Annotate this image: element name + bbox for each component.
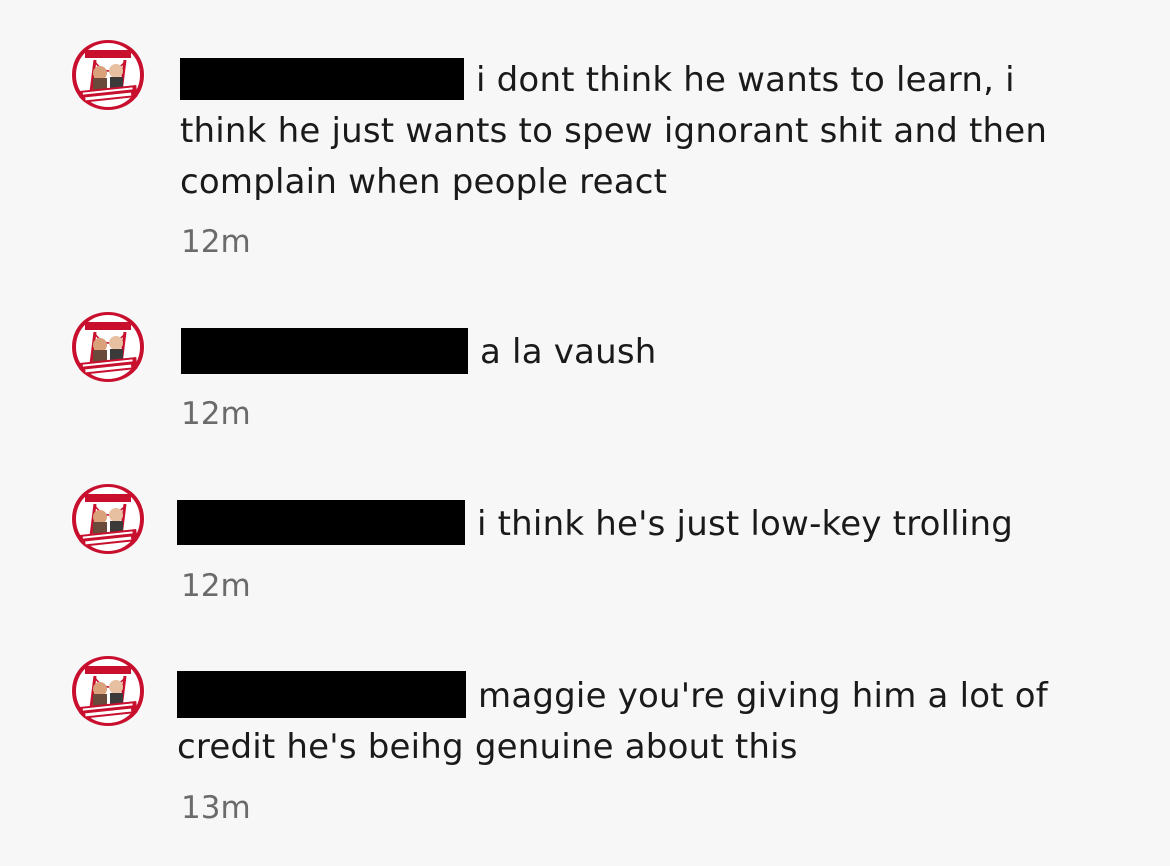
- comment-timestamp: 12m: [181, 568, 251, 604]
- comment-body: i think he's just low-key trolling: [177, 499, 1077, 550]
- redacted-username: [181, 327, 468, 374]
- comment-timestamp: 12m: [181, 396, 251, 432]
- comment-body: i dont think he wants to learn, i think …: [180, 55, 1080, 208]
- comment-body: maggie you're giving him a lot of credit…: [177, 671, 1077, 773]
- user-avatar[interactable]: [71, 312, 145, 382]
- redacted-username: [177, 500, 465, 545]
- san-fran-podcast-avatar-icon: [72, 40, 144, 110]
- comment-text: i think he's just low-key trolling: [477, 504, 1014, 544]
- comment-text: a la vaush: [480, 332, 657, 372]
- user-avatar[interactable]: [71, 40, 145, 110]
- redacted-username: [180, 57, 464, 100]
- comment-timestamp: 12m: [181, 224, 251, 260]
- comment-timestamp: 13m: [181, 790, 251, 826]
- comment-body: a la vaush: [181, 327, 1081, 378]
- user-avatar[interactable]: [71, 656, 145, 726]
- san-fran-podcast-avatar-icon: [72, 656, 144, 726]
- san-fran-podcast-avatar-icon: [72, 312, 144, 382]
- san-fran-podcast-avatar-icon: [72, 484, 144, 554]
- user-avatar[interactable]: [71, 484, 145, 554]
- redacted-username: [177, 671, 466, 718]
